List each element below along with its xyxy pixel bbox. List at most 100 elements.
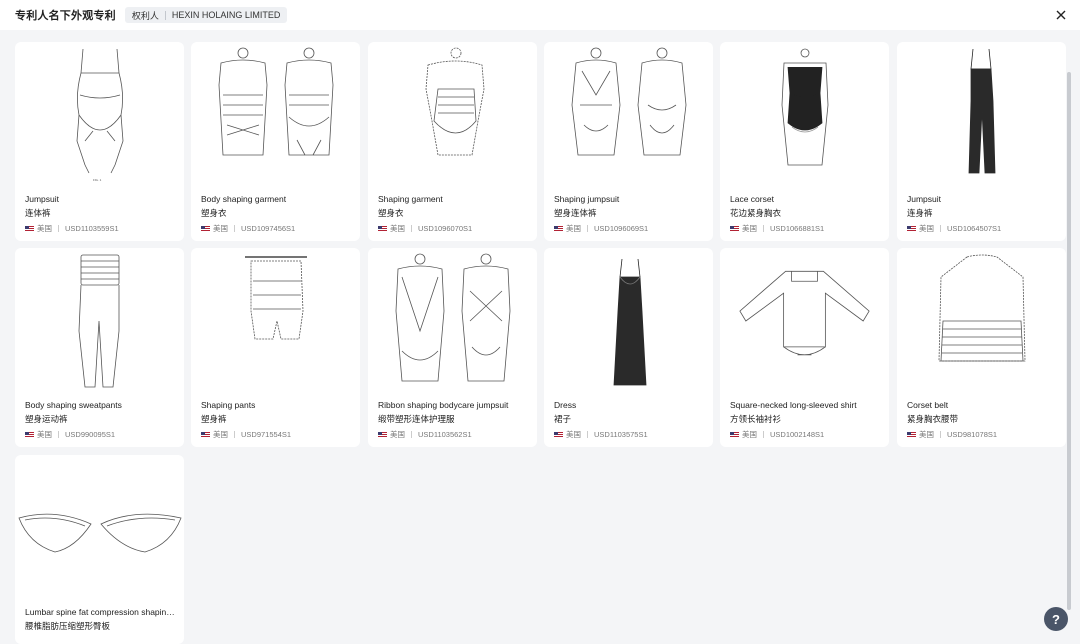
patent-title-en: Shaping garment — [378, 194, 443, 204]
patent-card[interactable]: Corset belt 紧身胸衣腰带 美国 USD981078S1 — [897, 248, 1066, 447]
patent-number: USD1096069S1 — [594, 224, 649, 233]
close-icon — [1056, 10, 1066, 20]
patent-card[interactable]: FIG. 1 Jumpsuit 连体裤 美国 USD1103559S1 — [15, 42, 184, 241]
patent-title-en: Shaping pants — [201, 400, 256, 410]
us-flag-icon — [25, 431, 34, 438]
patent-country: 美国 — [566, 430, 581, 439]
patent-title-en: Lace corset — [730, 194, 774, 204]
compression-board-drawing — [15, 455, 184, 600]
meta-divider — [940, 431, 941, 438]
meta-divider — [587, 225, 588, 232]
patent-country: 美国 — [566, 224, 581, 233]
patent-number: USD1103559S1 — [65, 224, 119, 233]
patent-card[interactable]: Body shaping sweatpants 塑身运动裤 美国 USD9900… — [15, 248, 184, 447]
patent-number: USD990095S1 — [65, 430, 116, 439]
patent-title-zh: 缎带塑形连体护理服 — [378, 414, 455, 424]
patent-title-zh: 紧身胸衣腰带 — [907, 414, 959, 424]
patent-title-en: Square-necked long-sleeved shirt — [730, 400, 857, 410]
us-flag-icon — [554, 225, 563, 232]
patent-meta: 美国 USD971554S1 — [201, 429, 291, 440]
patent-country: 美国 — [390, 224, 405, 233]
us-flag-icon — [554, 431, 563, 438]
us-flag-icon — [730, 225, 739, 232]
patent-meta: 美国 USD981078S1 — [907, 429, 997, 440]
patent-number: USD1103562S1 — [418, 430, 472, 439]
patent-meta: 美国 USD1103559S1 — [25, 223, 119, 234]
meta-divider — [58, 225, 59, 232]
dialog-title: 专利人名下外观专利 — [15, 10, 116, 22]
us-flag-icon — [201, 431, 210, 438]
jumpsuit-drawing: FIG. 1 — [15, 42, 184, 187]
patent-meta: 美国 USD1002148S1 — [730, 429, 824, 440]
patent-meta: 美国 USD1066881S1 — [730, 223, 824, 234]
patent-title-en: Ribbon shaping bodycare jumpsuit — [378, 400, 509, 410]
patent-title-zh: 塑身连体裤 — [554, 208, 597, 218]
owner-name: HEXIN HOLAING LIMITED — [171, 10, 281, 20]
patent-card[interactable]: Dress 裙子 美国 USD1103575S1 — [544, 248, 713, 447]
owner-label: 权利人 — [131, 10, 159, 21]
meta-divider — [763, 431, 764, 438]
patent-card[interactable]: Lace corset 花边紧身胸衣 美国 USD1066881S1 — [720, 42, 889, 241]
meta-divider — [587, 431, 588, 438]
patent-country: 美国 — [37, 430, 52, 439]
patent-meta: 美国 USD1103575S1 — [554, 429, 648, 440]
patent-card[interactable]: Lumbar spine fat compression shaping boa… — [15, 455, 184, 644]
patent-number: USD1097456S1 — [241, 224, 296, 233]
jumpsuit-photo — [897, 42, 1066, 187]
patent-title-zh: 腰椎脂肪压缩塑形臀板 — [25, 621, 111, 631]
patent-title-zh: 塑身运动裤 — [25, 414, 68, 424]
meta-divider — [763, 225, 764, 232]
patent-meta: 美国 USD1096069S1 — [554, 223, 648, 234]
us-flag-icon — [907, 431, 916, 438]
patent-card[interactable]: Shaping jumpsuit 塑身连体裤 美国 USD1096069S1 — [544, 42, 713, 241]
patent-title-en: Jumpsuit — [907, 194, 942, 204]
patent-title-zh: 塑身衣 — [378, 208, 404, 218]
patent-title-zh: 花边紧身胸衣 — [730, 208, 782, 218]
patent-title-en: Jumpsuit — [25, 194, 60, 204]
patent-country: 美国 — [919, 224, 934, 233]
body-shaping-garment-drawing — [191, 42, 360, 187]
patent-meta: 美国 USD1064507S1 — [907, 223, 1001, 234]
patent-title-en: Dress — [554, 400, 577, 410]
patent-title-en: Lumbar spine fat compression shaping boa… — [25, 607, 177, 617]
patent-title-en: Corset belt — [907, 400, 949, 410]
scrollbar[interactable] — [1067, 72, 1071, 610]
close-button[interactable] — [1052, 6, 1070, 24]
patent-country: 美国 — [37, 224, 52, 233]
meta-divider — [940, 225, 941, 232]
patent-card[interactable]: Shaping garment 塑身衣 美国 USD1096070S1 — [368, 42, 537, 241]
patent-country: 美国 — [919, 430, 934, 439]
patent-number: USD981078S1 — [947, 430, 998, 439]
dialog-header: 专利人名下外观专利 权利人 HEXIN HOLAING LIMITED — [0, 0, 1080, 30]
long-sleeve-shirt-drawing — [720, 248, 889, 393]
patent-country: 美国 — [742, 430, 757, 439]
patent-country: 美国 — [213, 224, 228, 233]
patent-number: USD1002148S1 — [770, 430, 825, 439]
patent-card[interactable]: Jumpsuit 连身裤 美国 USD1064507S1 — [897, 42, 1066, 241]
patent-country: 美国 — [213, 430, 228, 439]
patent-number: USD1103575S1 — [594, 430, 648, 439]
dress-photo — [544, 248, 713, 393]
patent-title-zh: 连体裤 — [25, 208, 51, 218]
meta-divider — [234, 225, 235, 232]
shaping-jumpsuit-drawing — [544, 42, 713, 187]
patent-number: USD1066881S1 — [770, 224, 825, 233]
patent-number: USD1064507S1 — [947, 224, 1002, 233]
patent-title-zh: 塑身衣 — [201, 208, 227, 218]
patent-title-zh: 裙子 — [554, 414, 572, 424]
patent-card[interactable]: Body shaping garment 塑身衣 美国 USD1097456S1 — [191, 42, 360, 241]
patent-title-zh: 方领长袖衬衫 — [730, 414, 782, 424]
patent-title-en: Body shaping garment — [201, 194, 287, 204]
patent-grid: FIG. 1 Jumpsuit 连体裤 美国 USD1103559S1 Body… — [0, 30, 1080, 644]
patent-meta: 美国 USD990095S1 — [25, 429, 115, 440]
patent-country: 美国 — [742, 224, 757, 233]
help-button[interactable]: ? — [1044, 607, 1068, 631]
patent-meta: 美国 USD1096070S1 — [378, 223, 472, 234]
us-flag-icon — [201, 225, 210, 232]
us-flag-icon — [378, 431, 387, 438]
lace-corset-photo — [720, 42, 889, 187]
patent-card[interactable]: Ribbon shaping bodycare jumpsuit 缎带塑形连体护… — [368, 248, 537, 447]
owner-tag: 权利人 HEXIN HOLAING LIMITED — [124, 7, 288, 23]
patent-card[interactable]: Square-necked long-sleeved shirt 方领长袖衬衫 … — [720, 248, 889, 447]
patent-card[interactable]: Shaping pants 塑身裤 美国 USD971554S1 — [191, 248, 360, 447]
